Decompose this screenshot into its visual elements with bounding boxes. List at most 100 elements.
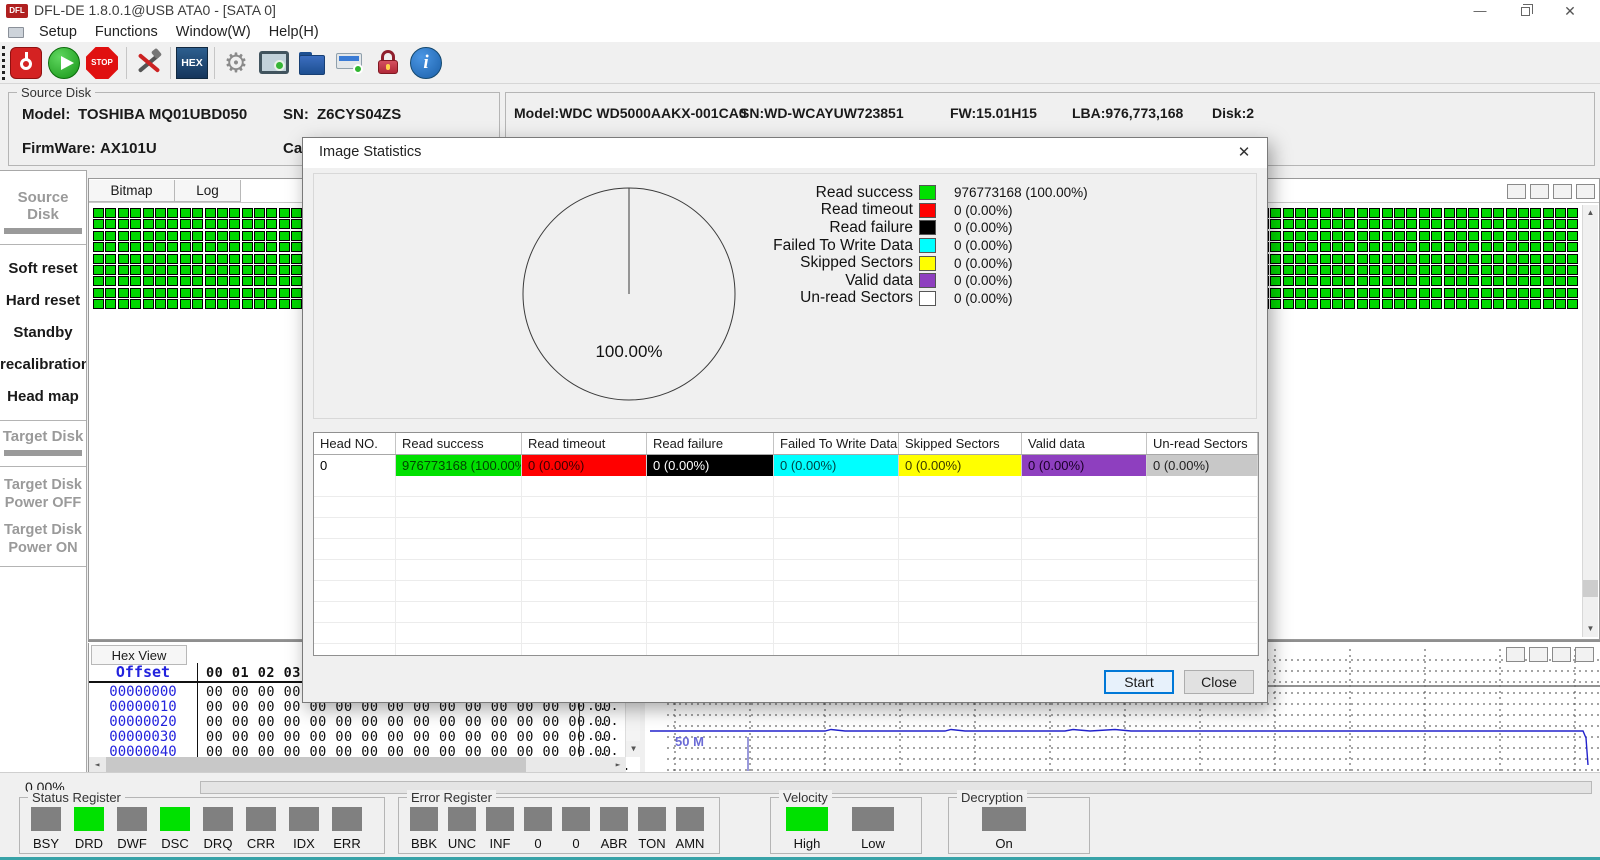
table-empty-cell xyxy=(774,623,899,644)
sidebar-item-soft-reset[interactable]: Soft reset xyxy=(0,260,86,277)
scroll-down-icon[interactable]: ▼ xyxy=(626,741,640,757)
bitmap-cell xyxy=(180,242,191,252)
restore-button[interactable] xyxy=(1508,0,1542,22)
table-empty-cell xyxy=(396,560,522,581)
unlock-button[interactable] xyxy=(372,47,404,79)
bitmap-cell xyxy=(1555,254,1566,264)
bitmap-cell xyxy=(1332,288,1343,298)
dialog-close-icon[interactable]: ✕ xyxy=(1229,140,1259,166)
bitmap-cell xyxy=(1530,276,1541,286)
hex-offset: 00000020 xyxy=(89,715,197,730)
menu-item-helph[interactable]: Help(H) xyxy=(260,24,328,40)
disk-image-button[interactable] xyxy=(334,47,366,79)
bitmap-cell xyxy=(1506,219,1517,229)
bitmap-tool-button[interactable] xyxy=(1530,184,1549,199)
graph-tool-button[interactable] xyxy=(1506,647,1525,662)
bitmap-cell xyxy=(1307,265,1318,275)
start-task-button[interactable] xyxy=(48,47,80,79)
bitmap-vertical-scrollbar[interactable]: ▲ ▼ xyxy=(1582,205,1598,637)
sidebar-item-target-disk-power-off[interactable]: Target Disk Power OFF xyxy=(0,476,86,512)
table-empty-cell xyxy=(396,644,522,656)
tab-log[interactable]: Log xyxy=(175,180,241,202)
bitmap-tool-button[interactable] xyxy=(1553,184,1572,199)
bitmap-cell xyxy=(1406,242,1417,252)
table-empty-cell xyxy=(1147,539,1258,560)
bitmap-cell xyxy=(1344,276,1355,286)
scrollbar-thumb[interactable] xyxy=(1583,580,1598,597)
sidebar-item-head-map[interactable]: Head map xyxy=(0,388,86,405)
start-button[interactable]: Start xyxy=(1104,670,1174,694)
scroll-right-icon[interactable]: ► xyxy=(610,757,626,772)
tab-bitmap[interactable]: Bitmap xyxy=(89,180,175,202)
bitmap-cell xyxy=(1382,208,1393,218)
bitmap-cell xyxy=(1518,276,1529,286)
sidebar-item-target-disk-power-on[interactable]: Target Disk Power ON xyxy=(0,521,86,557)
menu-item-windoww[interactable]: Window(W) xyxy=(167,24,260,40)
bitmap-tool-button[interactable] xyxy=(1507,184,1526,199)
bitmap-cell xyxy=(1295,208,1306,218)
led-indicator-err: ERR xyxy=(330,807,364,851)
status-register-label: Status Register xyxy=(28,790,125,805)
minimize-button[interactable]: — xyxy=(1463,0,1497,22)
table-header-cell: Head NO. xyxy=(314,433,396,454)
led-label: High xyxy=(794,836,821,851)
hex-view-button[interactable]: HEX xyxy=(176,47,208,79)
bitmap-cell xyxy=(266,219,277,229)
scrollbar-thumb[interactable] xyxy=(106,757,526,772)
info-button[interactable]: i xyxy=(410,47,442,79)
led-label: DSC xyxy=(161,836,188,851)
tools-button[interactable] xyxy=(132,47,164,79)
bitmap-cell xyxy=(1493,288,1504,298)
bitmap-cell xyxy=(1567,231,1578,241)
bitmap-cell xyxy=(180,276,191,286)
bitmap-cell xyxy=(1431,265,1442,275)
legend-label: Read failure xyxy=(593,219,913,237)
bitmap-cell xyxy=(1506,254,1517,264)
graph-tool-button[interactable] xyxy=(1552,647,1571,662)
table-data-row[interactable]: 0976773168 (100.00%)0 (0.00%)0 (0.00%)0 … xyxy=(314,455,1258,476)
open-folder-button[interactable] xyxy=(296,47,328,79)
power-button[interactable] xyxy=(10,47,42,79)
scroll-down-icon[interactable]: ▼ xyxy=(1583,621,1598,637)
bitmap-cell xyxy=(279,299,290,309)
bitmap-cell xyxy=(1382,299,1393,309)
bitmap-cell xyxy=(1530,219,1541,229)
sidebar-item-recalibration[interactable]: recalibration xyxy=(0,356,86,373)
toolbar-grip[interactable] xyxy=(2,46,6,80)
bitmap-cell xyxy=(242,254,253,264)
table-empty-cell xyxy=(1147,644,1258,656)
close-button[interactable]: ✕ xyxy=(1553,0,1587,22)
sidebar-item-standby[interactable]: Standby xyxy=(0,324,86,341)
legend-label: Failed To Write Data xyxy=(593,237,913,255)
bitmap-cell xyxy=(279,219,290,229)
bitmap-cell xyxy=(1543,265,1554,275)
dialog-title-bar[interactable]: Image Statistics ✕ xyxy=(303,138,1267,168)
table-empty-cell xyxy=(522,560,647,581)
sidebar-item-hard-reset[interactable]: Hard reset xyxy=(0,292,86,309)
tab-hex-view[interactable]: Hex View xyxy=(91,645,187,665)
settings-gear-button[interactable]: ⚙ xyxy=(220,47,252,79)
bitmap-cell xyxy=(1283,254,1294,264)
scroll-left-icon[interactable]: ◄ xyxy=(89,757,105,772)
bitmap-cell xyxy=(105,288,116,298)
graph-tool-button[interactable] xyxy=(1575,647,1594,662)
bitmap-cell xyxy=(1456,276,1467,286)
bitmap-cell xyxy=(93,231,104,241)
screen-capture-button[interactable] xyxy=(258,47,290,79)
bitmap-tool-button[interactable] xyxy=(1576,184,1595,199)
bitmap-cell xyxy=(1369,254,1380,264)
close-dialog-button[interactable]: Close xyxy=(1184,670,1254,694)
stop-button[interactable]: STOP xyxy=(86,47,118,79)
bitmap-cell xyxy=(205,254,216,264)
menu-item-setup[interactable]: Setup xyxy=(30,24,86,40)
bitmap-cell xyxy=(1543,208,1554,218)
table-empty-cell xyxy=(522,644,647,656)
hex-horizontal-scrollbar[interactable]: ◄ ► xyxy=(89,757,626,772)
menu-bar: SetupFunctionsWindow(W)Help(H) – ✕ xyxy=(0,22,1600,42)
led-off xyxy=(600,807,628,831)
bitmap-cell xyxy=(1307,208,1318,218)
led-indicator-idx: IDX xyxy=(287,807,321,851)
menu-item-functions[interactable]: Functions xyxy=(86,24,167,40)
scroll-up-icon[interactable]: ▲ xyxy=(1583,205,1598,221)
graph-tool-button[interactable] xyxy=(1529,647,1548,662)
